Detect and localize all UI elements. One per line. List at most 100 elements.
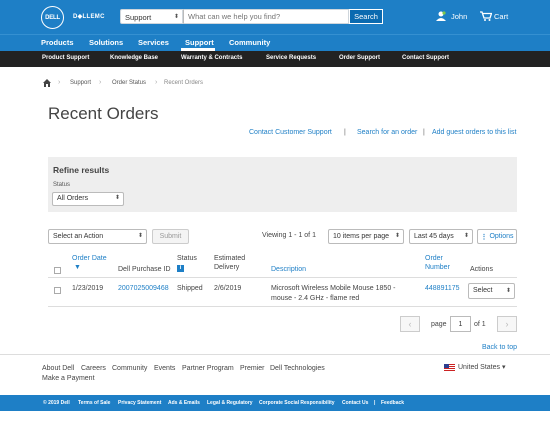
search-input[interactable] <box>183 9 349 24</box>
footer-dell-technologies[interactable]: Dell Technologies <box>270 365 325 372</box>
legal-feedback-separator: | <box>374 400 376 406</box>
options-label: Options <box>489 233 514 240</box>
cart-icon <box>480 11 492 21</box>
nav-services[interactable]: Services <box>138 38 169 47</box>
row-estimated-delivery: 2/6/2019 <box>214 285 242 292</box>
subnav-product-support[interactable]: Product Support <box>42 55 89 61</box>
sort-desc-icon: ▼ <box>74 264 81 271</box>
footer-careers[interactable]: Careers <box>81 365 106 372</box>
breadcrumb-order-status[interactable]: Order Status <box>112 80 146 86</box>
col-actions: Actions <box>470 266 493 273</box>
date-range-value: Last 45 days <box>414 233 454 240</box>
footer-about-dell[interactable]: About Dell <box>42 365 74 372</box>
row-action-select[interactable]: Select ⬍ <box>468 283 515 299</box>
row-description: Microsoft Wireless Mobile Mouse 1850 - m… <box>271 284 396 304</box>
search-scope-select[interactable]: Support ⬍ <box>120 9 183 24</box>
cart-label: Cart <box>494 11 509 21</box>
select-all-checkbox[interactable] <box>54 267 61 274</box>
submit-button[interactable]: Submit <box>152 229 189 244</box>
legal-privacy-statement[interactable]: Privacy Statement <box>118 400 161 406</box>
locale-label: United States ▾ <box>458 364 506 371</box>
subnav-knowledge-base[interactable]: Knowledge Base <box>110 55 158 61</box>
row-purchase-id-link[interactable]: 2007025009468 <box>118 284 169 294</box>
col-description[interactable]: Description <box>271 265 306 274</box>
user-name: John <box>451 11 468 21</box>
page-title: Recent Orders <box>48 104 159 123</box>
col-delivery-label-1: Estimated <box>214 255 246 262</box>
legal-terms-of-sale[interactable]: Terms of Sale <box>78 400 110 406</box>
subnav-order-support[interactable]: Order Support <box>339 55 380 61</box>
dell-emc-logo[interactable]: D◆LLEMC <box>73 13 105 20</box>
col-status-label: Status <box>177 255 197 262</box>
col-purchase-id: Dell Purchase ID <box>118 266 171 273</box>
date-range-select[interactable]: Last 45 days ⬍ <box>409 229 473 244</box>
cart-link[interactable]: Cart <box>480 11 508 21</box>
support-sub-nav: Product Support Knowledge Base Warranty … <box>0 51 550 67</box>
nav-solutions[interactable]: Solutions <box>89 38 123 47</box>
vertical-dots-icon: ⋮ <box>480 233 488 241</box>
options-button[interactable]: ⋮ Options <box>477 229 517 244</box>
info-icon[interactable]: i <box>177 265 184 272</box>
page-number-input[interactable]: 1 <box>450 316 471 332</box>
col-order-date-label: Order Date <box>72 255 107 262</box>
breadcrumb-current: Recent Orders <box>164 80 204 86</box>
locale-selector[interactable]: United States ▾ <box>444 363 505 371</box>
footer-divider <box>0 354 550 355</box>
col-order-number-label-1: Order <box>425 255 443 262</box>
nav-support[interactable]: Support <box>185 38 214 47</box>
breadcrumb-support[interactable]: Support <box>70 80 91 86</box>
breadcrumb-chevron-icon: › <box>58 79 61 86</box>
footer-partner-program[interactable]: Partner Program <box>182 365 234 372</box>
search-scope-label: Support <box>125 13 152 22</box>
chevron-updown-icon: ⬍ <box>137 233 143 239</box>
legal-contact-us[interactable]: Contact Us <box>342 400 368 406</box>
row-action-value: Select <box>473 287 493 294</box>
bulk-action-select[interactable]: Select an Action ⬍ <box>48 229 147 244</box>
subnav-contact-support[interactable]: Contact Support <box>402 55 449 61</box>
user-menu[interactable]: John <box>436 11 467 21</box>
row-description-line-2: mouse - 2.4 GHz - flame red <box>271 295 360 302</box>
col-order-date[interactable]: Order Date ▼ <box>72 254 107 272</box>
legal-regulatory[interactable]: Legal & Regulatory <box>207 400 253 406</box>
footer-events[interactable]: Events <box>154 365 175 372</box>
add-guest-orders-link[interactable]: Add guest orders to this list <box>432 129 516 136</box>
us-flag-icon <box>444 363 455 371</box>
bulk-action-value: Select an Action <box>53 233 104 240</box>
chevron-updown-icon: ⬍ <box>463 233 469 239</box>
user-icon <box>436 11 446 21</box>
refine-title: Refine results <box>53 165 110 175</box>
chevron-right-icon: › <box>505 319 509 329</box>
legal-feedback[interactable]: Feedback <box>381 400 404 406</box>
search-for-order-link[interactable]: Search for an order <box>357 129 417 136</box>
chevron-updown-icon: ⬍ <box>114 195 120 201</box>
prev-page-button[interactable]: ‹ <box>400 316 420 332</box>
row-description-line-1: Microsoft Wireless Mobile Mouse 1850 - <box>271 285 396 292</box>
footer-community[interactable]: Community <box>112 365 147 372</box>
page-label: page <box>431 321 447 328</box>
footer-make-payment[interactable]: Make a Payment <box>42 375 95 382</box>
row-order-number-link[interactable]: 448891175 <box>425 284 460 294</box>
breadcrumb-chevron-icon: › <box>99 79 102 86</box>
status-filter-select[interactable]: All Orders ⬍ <box>52 192 124 206</box>
legal-csr[interactable]: Corporate Social Responsibility <box>259 400 335 406</box>
home-icon[interactable] <box>43 79 51 87</box>
contact-customer-support-link[interactable]: Contact Customer Support <box>249 129 332 136</box>
status-filter-value: All Orders <box>57 195 89 202</box>
items-per-page-select[interactable]: 10 items per page ⬍ <box>328 229 404 244</box>
search-button[interactable]: Search <box>349 9 383 24</box>
nav-community[interactable]: Community <box>229 38 270 47</box>
subnav-service-requests[interactable]: Service Requests <box>266 55 316 61</box>
next-page-button[interactable]: › <box>497 316 517 332</box>
col-delivery-label-2: Delivery <box>214 264 240 271</box>
status-filter-label: Status <box>53 182 71 188</box>
dell-logo[interactable]: DELL <box>41 6 64 29</box>
subnav-warranty-contracts[interactable]: Warranty & Contracts <box>181 55 242 61</box>
row-checkbox[interactable] <box>54 287 61 294</box>
col-status: Status i <box>177 254 197 272</box>
legal-ads-emails[interactable]: Ads & Emails <box>168 400 200 406</box>
back-to-top-link[interactable]: Back to top <box>482 344 517 351</box>
link-divider: | <box>344 129 346 136</box>
nav-products[interactable]: Products <box>41 38 74 47</box>
col-order-number[interactable]: Order Number <box>425 254 450 272</box>
footer-premier[interactable]: Premier <box>240 365 265 372</box>
